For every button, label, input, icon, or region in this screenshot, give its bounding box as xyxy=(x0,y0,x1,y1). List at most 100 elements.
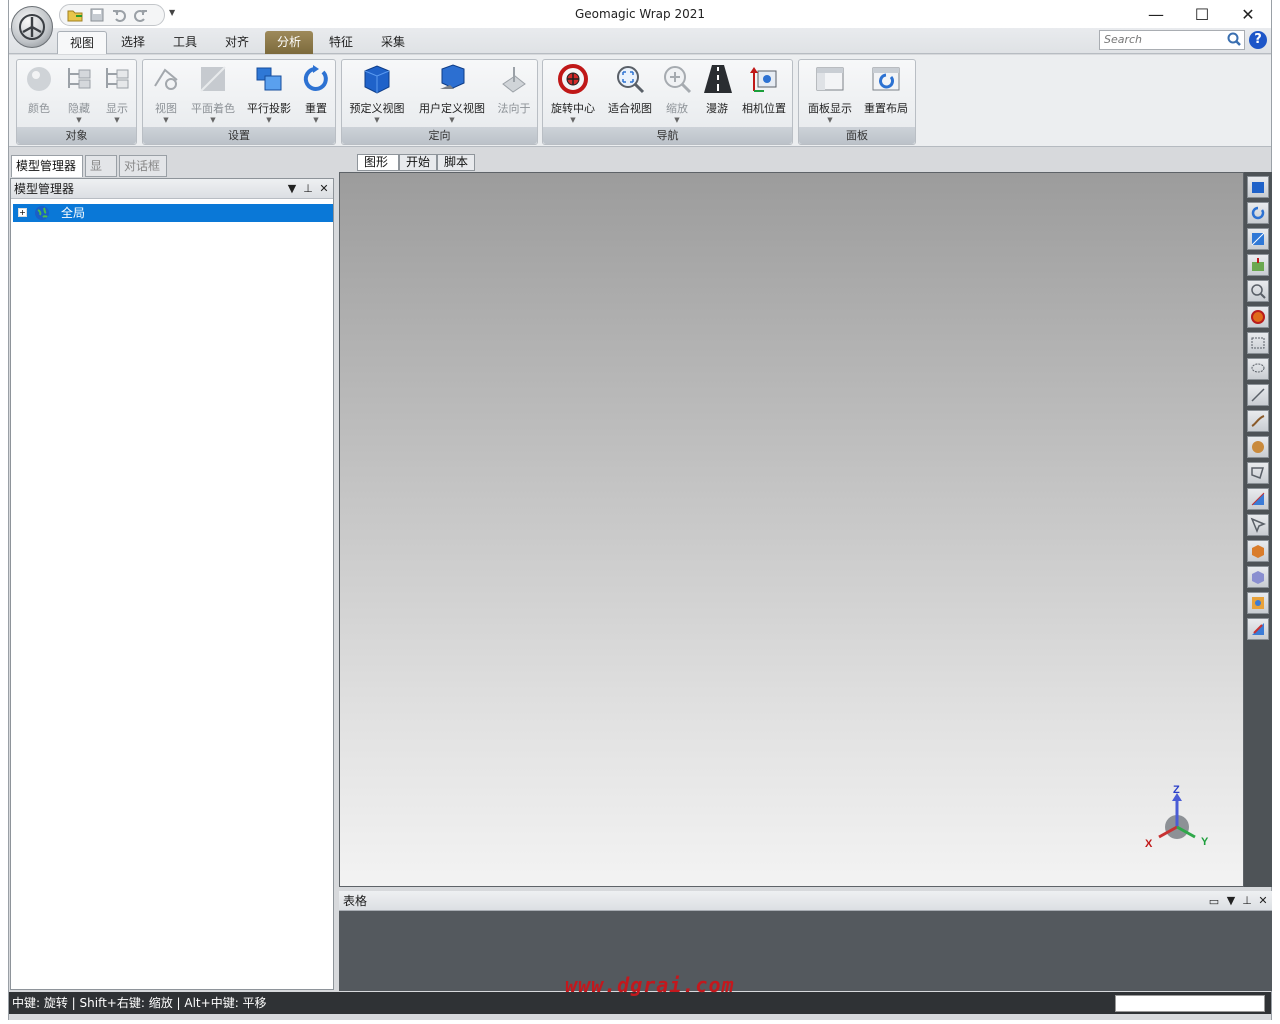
view-toolbar xyxy=(1244,172,1272,887)
group-object-label: 对象 xyxy=(17,127,136,144)
zoom-fit-icon[interactable] xyxy=(1247,280,1269,302)
application-menu-button[interactable] xyxy=(11,6,53,48)
tab-align[interactable]: 对齐 xyxy=(213,31,261,54)
group-panels: 面板显示 ▼ 重置布局 面板 xyxy=(798,59,916,145)
tab-graphics[interactable]: 图形 xyxy=(357,154,399,171)
tab-dialog[interactable]: 对话框 xyxy=(119,155,167,177)
predefined-view-button[interactable]: 预定义视图 ▼ xyxy=(346,62,408,126)
tree-item-global[interactable]: + 全局 xyxy=(13,204,333,222)
view-settings-button[interactable]: 视图 ▼ xyxy=(147,62,185,126)
hide-button[interactable]: 隐藏 ▼ xyxy=(61,62,97,126)
minimize-button[interactable]: — xyxy=(1133,0,1179,28)
user-defined-view-button[interactable]: 用户定义视图 ▼ xyxy=(416,62,488,126)
close-button[interactable]: ✕ xyxy=(1225,0,1271,28)
fit-view-button[interactable]: 适合视图 xyxy=(605,62,655,126)
reset-view-button[interactable]: 重置 ▼ xyxy=(299,62,333,126)
tab-script[interactable]: 脚本 xyxy=(437,154,475,171)
tab-features[interactable]: 特征 xyxy=(317,31,365,54)
polyline-select-icon[interactable] xyxy=(1247,462,1269,484)
invert-select-icon[interactable] xyxy=(1247,592,1269,614)
table-layout-icon[interactable]: ▭ xyxy=(1206,892,1222,912)
table-panel-header: 表格 ▭ ▼ ⊥ ✕ xyxy=(339,891,1272,911)
tab-start[interactable]: 开始 xyxy=(399,154,437,171)
parallel-projection-button[interactable]: 平行投影 ▼ xyxy=(243,62,295,126)
color-button[interactable]: 颜色 xyxy=(21,62,57,126)
normal-to-icon xyxy=(497,62,531,96)
flat-shade-icon xyxy=(196,62,230,96)
rectangle-select-icon[interactable] xyxy=(1247,332,1269,354)
desktop-edge-right xyxy=(1272,0,1280,1024)
axis-triad: Z X Y xyxy=(1145,785,1209,850)
through-select-icon[interactable] xyxy=(1247,488,1269,510)
panel-close-icon[interactable]: ✕ xyxy=(317,179,331,199)
rotation-center-small-icon[interactable] xyxy=(1247,306,1269,328)
rotation-center-button[interactable]: 旋转中心 ▼ xyxy=(549,62,597,126)
normal-to-button[interactable]: 法向于 xyxy=(494,62,534,126)
group-orientation-label: 定向 xyxy=(342,127,537,144)
brush-select-icon[interactable] xyxy=(1247,410,1269,432)
reset-rotate-icon[interactable] xyxy=(1247,202,1269,224)
title-bar: ▼ Geomagic Wrap 2021 — ☐ ✕ xyxy=(9,0,1271,28)
axis-z-label: Z xyxy=(1173,785,1180,796)
zoom-button[interactable]: 缩放 ▼ xyxy=(659,62,695,126)
show-button[interactable]: 显示 ▼ xyxy=(99,62,135,126)
tab-view[interactable]: 视图 xyxy=(57,31,108,54)
camera-position-button[interactable]: 相机位置 xyxy=(739,62,789,126)
tab-analysis[interactable]: 分析 xyxy=(265,31,314,54)
cube-view-icon[interactable] xyxy=(1247,176,1269,198)
axis-x-label: X xyxy=(1145,838,1153,850)
zoom-icon xyxy=(660,62,694,96)
reset-rotate-icon xyxy=(299,62,333,96)
user-view-icon xyxy=(435,62,469,96)
tree-show-icon xyxy=(100,62,134,96)
axis-y-label: Y xyxy=(1201,836,1209,848)
maximize-button[interactable]: ☐ xyxy=(1179,0,1225,28)
tab-display[interactable]: 显示 xyxy=(85,155,117,193)
normal-plane-icon[interactable] xyxy=(1247,228,1269,250)
tab-model-manager[interactable]: 模型管理器 xyxy=(11,155,83,177)
table-panel: 表格 ▭ ▼ ⊥ ✕ xyxy=(339,891,1272,991)
expand-icon[interactable]: + xyxy=(18,208,27,217)
tab-tools[interactable]: 工具 xyxy=(161,31,209,54)
select-none-icon[interactable] xyxy=(1247,566,1269,588)
walkthrough-button[interactable]: 漫游 xyxy=(701,62,733,126)
line-select-icon[interactable] xyxy=(1247,384,1269,406)
desktop-edge-left xyxy=(0,0,8,1024)
custom-region-icon[interactable] xyxy=(1247,436,1269,458)
visible-only-icon[interactable] xyxy=(1247,514,1269,536)
graphics-viewport[interactable]: Z X Y xyxy=(339,172,1244,887)
rotation-center-icon xyxy=(556,62,590,96)
camera-move-icon[interactable] xyxy=(1247,254,1269,276)
group-settings: 视图 ▼ 平面着色 ▼ 平行投影 ▼ 重置 ▼ 设置 xyxy=(142,59,336,145)
status-text: 中键: 旋转 | Shift+右键: 缩放 | Alt+中键: 平移 xyxy=(12,996,267,1010)
tab-select[interactable]: 选择 xyxy=(109,31,157,54)
watermark-text: www.dgrai.com xyxy=(565,973,735,997)
search-icon[interactable] xyxy=(1227,32,1241,46)
view-wire-icon xyxy=(149,62,183,96)
pin-icon[interactable]: ⊥ xyxy=(301,179,315,199)
select-connected-icon[interactable] xyxy=(1247,618,1269,640)
panel-menu-icon[interactable]: ▼ xyxy=(285,179,299,199)
main-window: ▼ Geomagic Wrap 2021 — ☐ ✕ 视图 选择 工具 对齐 分… xyxy=(8,0,1272,1020)
lasso-select-icon[interactable] xyxy=(1247,358,1269,380)
group-navigation: 旋转中心 ▼ 适合视图 缩放 ▼ 漫游 相机位置 导航 xyxy=(542,59,793,145)
table-close-icon[interactable]: ✕ xyxy=(1256,891,1270,911)
status-progress-box xyxy=(1115,995,1265,1012)
table-pin-icon[interactable]: ⊥ xyxy=(1240,891,1254,911)
select-all-icon[interactable] xyxy=(1247,540,1269,562)
reset-layout-button[interactable]: 重置布局 xyxy=(861,62,911,126)
ribbon: 颜色 隐藏 ▼ 显示 ▼ 对象 视图 ▼ 平面着色 ▼ 平行投影 ▼ 重置 ▼ … xyxy=(9,55,1271,147)
group-orientation: 预定义视图 ▼ 用户定义视图 ▼ 法向于 定向 xyxy=(341,59,538,145)
group-settings-label: 设置 xyxy=(143,127,335,144)
flat-shading-button[interactable]: 平面着色 ▼ xyxy=(189,62,237,126)
group-object: 颜色 隐藏 ▼ 显示 ▼ 对象 xyxy=(16,59,137,145)
help-icon[interactable]: ? xyxy=(1249,31,1267,49)
search-input[interactable]: Search xyxy=(1099,30,1245,50)
table-menu-icon[interactable]: ▼ xyxy=(1224,891,1238,911)
reset-layout-icon xyxy=(869,62,903,96)
cube-icon xyxy=(360,62,394,96)
panel-display-button[interactable]: 面板显示 ▼ xyxy=(805,62,855,126)
tab-capture[interactable]: 采集 xyxy=(369,31,417,54)
model-manager-header: 模型管理器 ▼ ⊥ ✕ xyxy=(11,179,333,199)
group-navigation-label: 导航 xyxy=(543,127,792,144)
